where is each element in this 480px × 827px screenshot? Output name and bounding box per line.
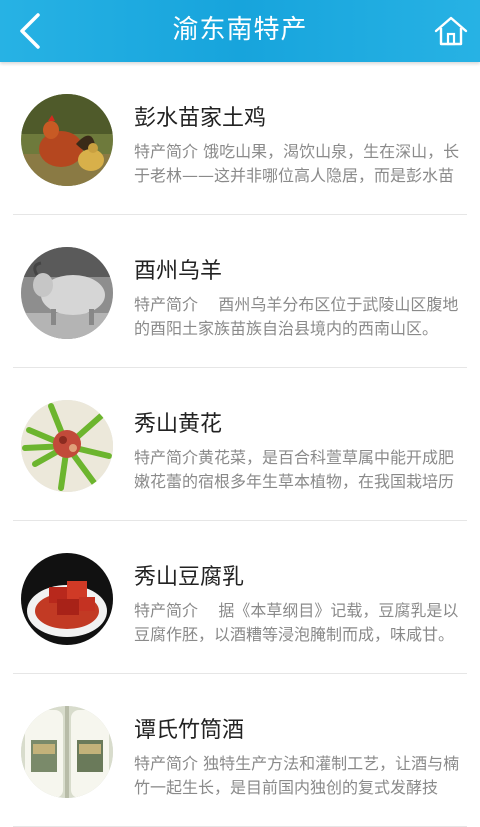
item-label: 特产简介 <box>134 448 199 467</box>
goat-photo <box>21 247 113 339</box>
bamboo-wine-photo <box>21 706 113 798</box>
home-icon <box>434 16 468 46</box>
item-title: 谭氏竹筒酒 <box>134 718 245 743</box>
item-description: 特产简介 饿吃山果，渴饮山泉，生在深山，长于老林——这并非哪位高人隐居，而是彭水… <box>134 140 469 188</box>
list-item[interactable]: 彭水苗家土鸡 特产简介 饿吃山果，渴饮山泉，生在深山，长于老林——这并非哪位高人… <box>13 62 467 215</box>
item-title: 秀山黄花 <box>134 412 223 437</box>
list-item[interactable]: 酉州乌羊 特产简介 酉州乌羊分布区位于武陵山区腹地的酉阳土家族苗族自治县境内的西… <box>13 215 467 368</box>
item-label: 特产简介 <box>134 295 199 314</box>
daylily-dish-photo <box>21 400 113 492</box>
chevron-left-icon <box>20 13 40 49</box>
product-list: 彭水苗家土鸡 特产简介 饿吃山果，渴饮山泉，生在深山，长于老林——这并非哪位高人… <box>0 62 480 827</box>
item-description: 特产简介 酉州乌羊分布区位于武陵山区腹地的酉阳土家族苗族自治县境内的西南山区。 <box>134 293 469 341</box>
item-description: 特产简介 据《本草纲目》记载，豆腐乳是以豆腐作胚，以酒糟等浸泡腌制而成，味咸甘。 <box>134 599 469 647</box>
item-title: 酉州乌羊 <box>134 259 223 284</box>
list-item[interactable]: 谭氏竹筒酒 特产简介 独特生产方法和灌制工艺，让酒与楠竹一起生长，是目前国内独创… <box>13 674 467 827</box>
home-button[interactable] <box>432 12 470 50</box>
item-title: 秀山豆腐乳 <box>134 565 245 590</box>
page-title: 渝东南特产 <box>172 15 308 45</box>
list-item[interactable]: 秀山豆腐乳 特产简介 据《本草纲目》记载，豆腐乳是以豆腐作胚，以酒糟等浸泡腌制而… <box>13 521 467 674</box>
item-label: 特产简介 <box>134 142 199 161</box>
fermented-tofu-photo <box>21 553 113 645</box>
item-title: 彭水苗家土鸡 <box>134 106 267 131</box>
item-description: 特产简介 独特生产方法和灌制工艺，让酒与楠竹一起生长，是目前国内独创的复式发酵技… <box>134 752 469 800</box>
chicken-photo <box>21 94 113 186</box>
app-header: 渝东南特产 <box>0 0 480 62</box>
back-button[interactable] <box>12 9 48 53</box>
item-label: 特产简介 <box>134 601 199 620</box>
list-item[interactable]: 秀山黄花 特产简介黄花菜，是百合科萱草属中能开成肥嫩花蕾的宿根多年生草本植物，在… <box>13 368 467 521</box>
item-label: 特产简介 <box>134 754 199 773</box>
item-description: 特产简介黄花菜，是百合科萱草属中能开成肥嫩花蕾的宿根多年生草本植物，在我国栽培历… <box>134 446 469 494</box>
